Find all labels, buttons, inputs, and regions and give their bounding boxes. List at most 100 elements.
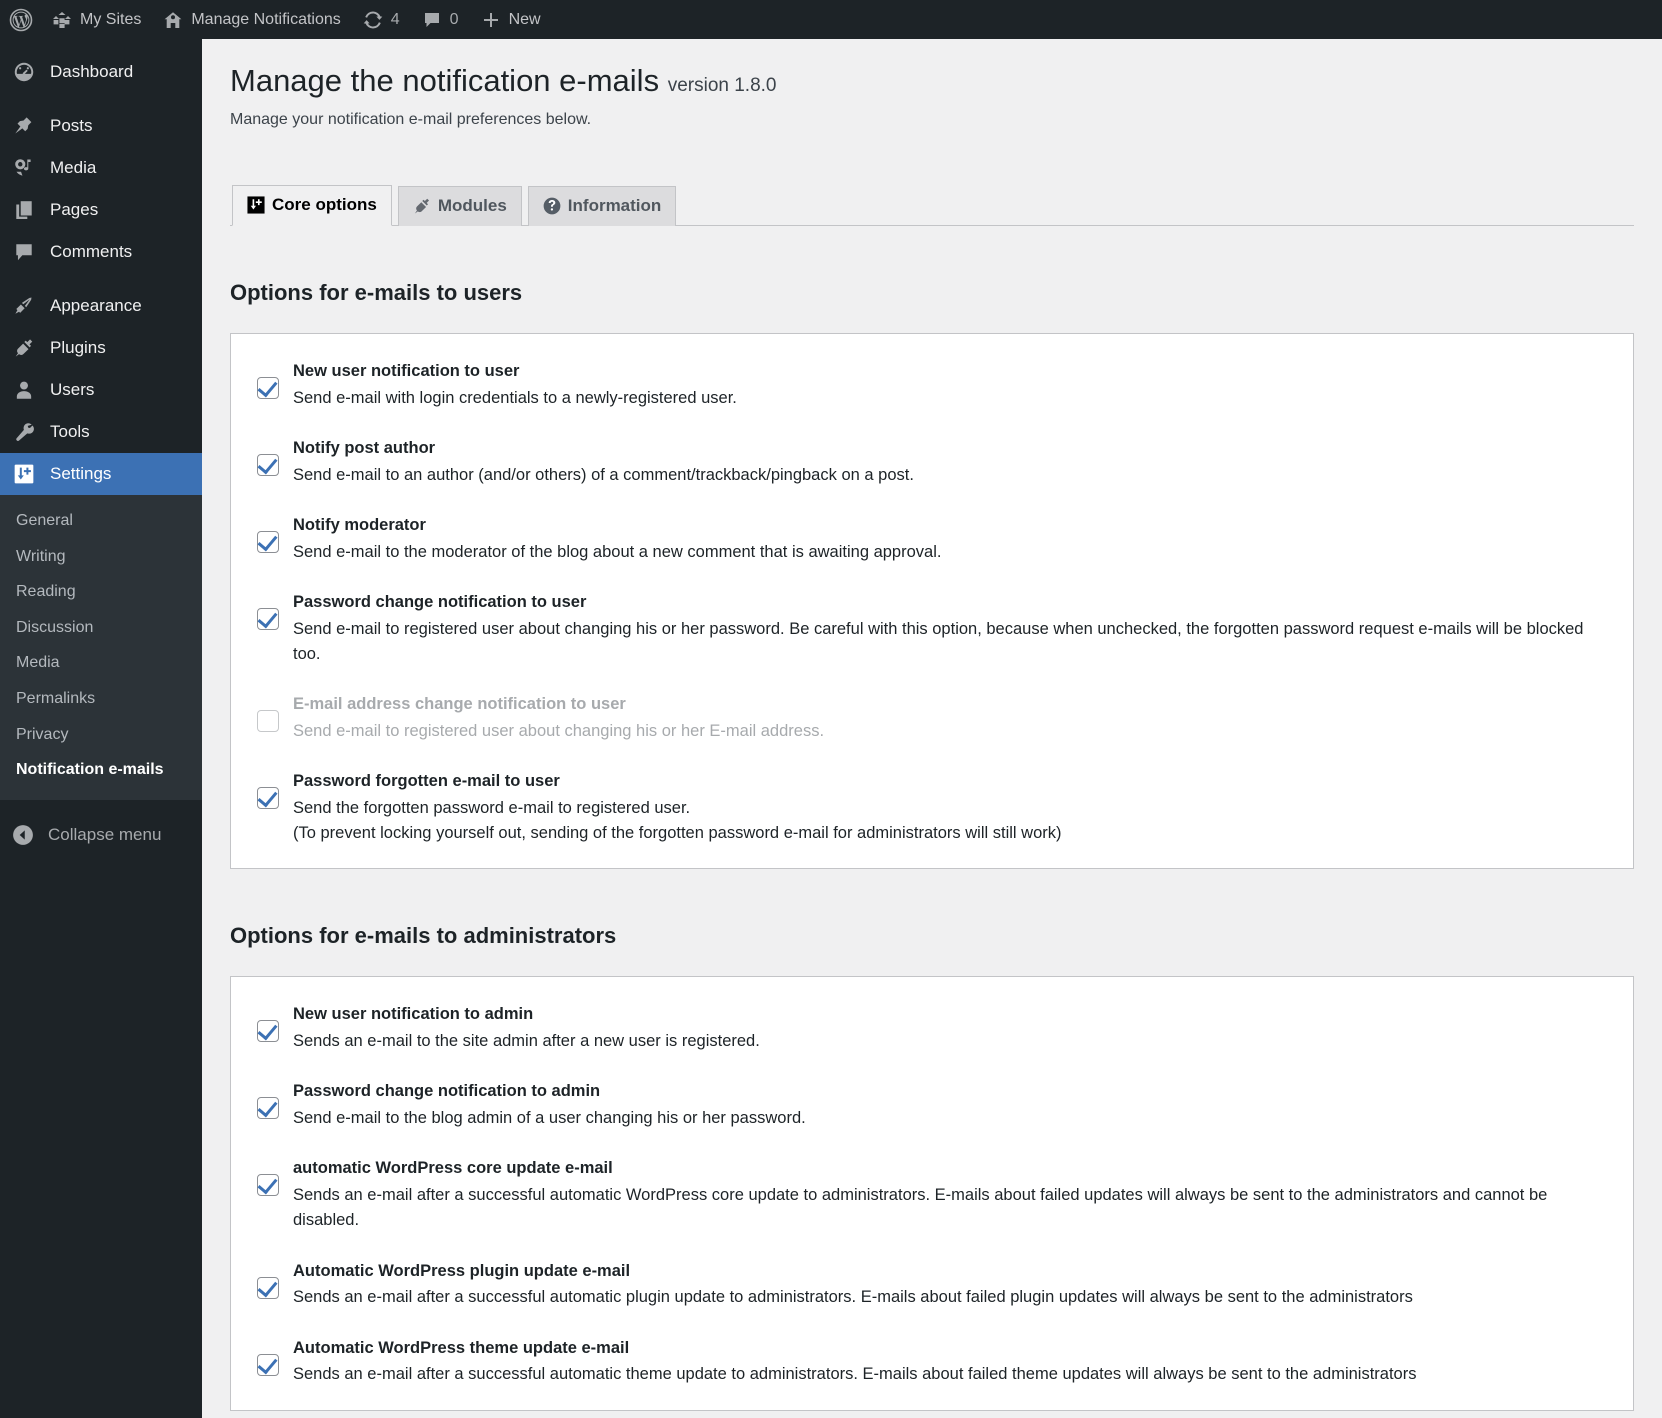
settings-sliders-icon	[247, 196, 265, 214]
checkbox-password-forgotten-email-to-user[interactable]	[257, 787, 279, 809]
option-row-automatic-core-update-email[interactable]: automatic WordPress core update e-mail S…	[231, 1157, 1633, 1233]
option-label: Automatic WordPress theme update e-mail	[293, 1337, 1609, 1361]
settings-submenu: General Writing Reading Discussion Media…	[0, 495, 202, 800]
adminbar-item-new[interactable]: New	[470, 0, 552, 39]
tab-core-options[interactable]: Core options	[232, 185, 392, 226]
submenu-item-writing[interactable]: Writing	[0, 539, 202, 575]
option-row-password-forgotten-email-to-user[interactable]: Password forgotten e-mail to user Send t…	[231, 770, 1633, 846]
option-description: Sends an e-mail to the site admin after …	[293, 1029, 1609, 1054]
page-version: version 1.8.0	[668, 75, 777, 96]
submenu-item-general[interactable]: General	[0, 503, 202, 539]
sidebar-item-settings[interactable]: Settings	[0, 453, 202, 495]
settings-sliders-icon	[12, 462, 36, 486]
comment-bubble-icon	[422, 10, 442, 30]
wrench-icon	[12, 420, 36, 444]
sidebar-item-dashboard[interactable]: Dashboard	[0, 51, 202, 93]
admin-bar: My Sites Manage Notifications 4 0	[0, 0, 1662, 39]
tab-label: Core options	[272, 195, 377, 215]
option-row-notify-moderator[interactable]: Notify moderator Send e-mail to the mode…	[231, 514, 1633, 565]
media-icon	[12, 156, 36, 180]
collapse-menu-button[interactable]: Collapse menu	[0, 814, 202, 856]
main-content: Manage the notification e-mails version …	[202, 39, 1662, 1418]
checkbox-automatic-theme-update-email[interactable]	[257, 1354, 279, 1376]
option-row-password-change-notification-to-admin[interactable]: Password change notification to admin Se…	[231, 1080, 1633, 1131]
sidebar-item-label: Dashboard	[50, 62, 133, 82]
sidebar-item-label: Pages	[50, 200, 98, 220]
sidebar-item-label: Posts	[50, 116, 93, 136]
option-description: Send e-mail to registered user about cha…	[293, 719, 1609, 744]
adminbar-item-my-sites[interactable]: My Sites	[41, 0, 152, 39]
checkbox-email-address-change-notification-to-user	[257, 710, 279, 732]
option-row-notify-post-author[interactable]: Notify post author Send e-mail to an aut…	[231, 437, 1633, 488]
sidebar-item-pages[interactable]: Pages	[0, 189, 202, 231]
checkbox-automatic-core-update-email[interactable]	[257, 1174, 279, 1196]
comment-bubble-icon	[12, 240, 36, 264]
sidebar-item-tools[interactable]: Tools	[0, 411, 202, 453]
option-row-new-user-notification-to-admin[interactable]: New user notification to admin Sends an …	[231, 1003, 1633, 1054]
pin-icon	[12, 114, 36, 138]
adminbar-item-site-name[interactable]: Manage Notifications	[152, 0, 351, 39]
wordpress-logo-icon	[9, 8, 33, 32]
checkbox-notify-moderator[interactable]	[257, 531, 279, 553]
sidebar-item-comments[interactable]: Comments	[0, 231, 202, 273]
checkbox-password-change-notification-to-user[interactable]	[257, 608, 279, 630]
sidebar-item-posts[interactable]: Posts	[0, 105, 202, 147]
submenu-item-media[interactable]: Media	[0, 645, 202, 681]
options-box-users: New user notification to user Send e-mai…	[230, 333, 1634, 869]
sidebar-item-users[interactable]: Users	[0, 369, 202, 411]
my-sites-icon	[52, 10, 72, 30]
wordpress-logo-button[interactable]	[0, 0, 41, 39]
adminbar-new-label: New	[509, 11, 541, 29]
home-icon	[163, 10, 183, 30]
adminbar-item-comments[interactable]: 0	[411, 0, 470, 39]
paintbrush-icon	[12, 294, 36, 318]
checkbox-new-user-notification-to-admin[interactable]	[257, 1020, 279, 1042]
admin-sidebar: Dashboard Posts Media	[0, 39, 202, 1418]
plug-icon	[12, 336, 36, 360]
submenu-item-permalinks[interactable]: Permalinks	[0, 681, 202, 717]
submenu-item-reading[interactable]: Reading	[0, 574, 202, 610]
page-description: Manage your notification e-mail preferen…	[230, 111, 1634, 129]
tab-label: Information	[568, 196, 662, 216]
tab-bar: Core options Modules Inf	[230, 179, 1634, 226]
option-row-automatic-theme-update-email[interactable]: Automatic WordPress theme update e-mail …	[231, 1337, 1633, 1388]
sidebar-item-plugins[interactable]: Plugins	[0, 327, 202, 369]
dashboard-icon	[12, 60, 36, 84]
sidebar-item-appearance[interactable]: Appearance	[0, 285, 202, 327]
adminbar-item-updates[interactable]: 4	[352, 0, 411, 39]
option-description: Sends an e-mail after a successful autom…	[293, 1362, 1609, 1387]
option-label: Notify moderator	[293, 514, 1609, 538]
sidebar-item-label: Media	[50, 158, 96, 178]
section-title-administrators: Options for e-mails to administrators	[230, 923, 1634, 949]
tab-information[interactable]: Information	[528, 186, 677, 226]
option-label: Password change notification to user	[293, 591, 1609, 615]
sidebar-item-media[interactable]: Media	[0, 147, 202, 189]
option-row-automatic-plugin-update-email[interactable]: Automatic WordPress plugin update e-mail…	[231, 1260, 1633, 1311]
checkbox-automatic-plugin-update-email[interactable]	[257, 1277, 279, 1299]
plug-icon	[413, 197, 431, 215]
sidebar-item-label: Tools	[50, 422, 90, 442]
adminbar-label: Manage Notifications	[191, 11, 340, 29]
option-row-new-user-notification-to-user[interactable]: New user notification to user Send e-mai…	[231, 360, 1633, 411]
sidebar-divider	[0, 273, 202, 285]
submenu-item-notification-emails[interactable]: Notification e-mails	[0, 752, 202, 788]
option-description: Send e-mail to the blog admin of a user …	[293, 1106, 1609, 1131]
submenu-item-discussion[interactable]: Discussion	[0, 610, 202, 646]
option-description: Send e-mail to the moderator of the blog…	[293, 540, 1609, 565]
option-label: automatic WordPress core update e-mail	[293, 1157, 1609, 1181]
pages-icon	[12, 198, 36, 222]
option-label: Notify post author	[293, 437, 1609, 461]
collapse-arrow-icon	[12, 824, 34, 846]
help-circle-icon	[543, 197, 561, 215]
tab-modules[interactable]: Modules	[398, 186, 522, 226]
option-label: New user notification to user	[293, 360, 1609, 384]
option-description: Sends an e-mail after a successful autom…	[293, 1285, 1609, 1310]
option-row-password-change-notification-to-user[interactable]: Password change notification to user Sen…	[231, 591, 1633, 667]
checkbox-notify-post-author[interactable]	[257, 454, 279, 476]
option-description: Send the forgotten password e-mail to re…	[293, 796, 1609, 846]
submenu-item-privacy[interactable]: Privacy	[0, 717, 202, 753]
section-title-users: Options for e-mails to users	[230, 280, 1634, 306]
checkbox-new-user-notification-to-user[interactable]	[257, 377, 279, 399]
collapse-menu-wrap: Collapse menu	[0, 800, 202, 856]
checkbox-password-change-notification-to-admin[interactable]	[257, 1097, 279, 1119]
